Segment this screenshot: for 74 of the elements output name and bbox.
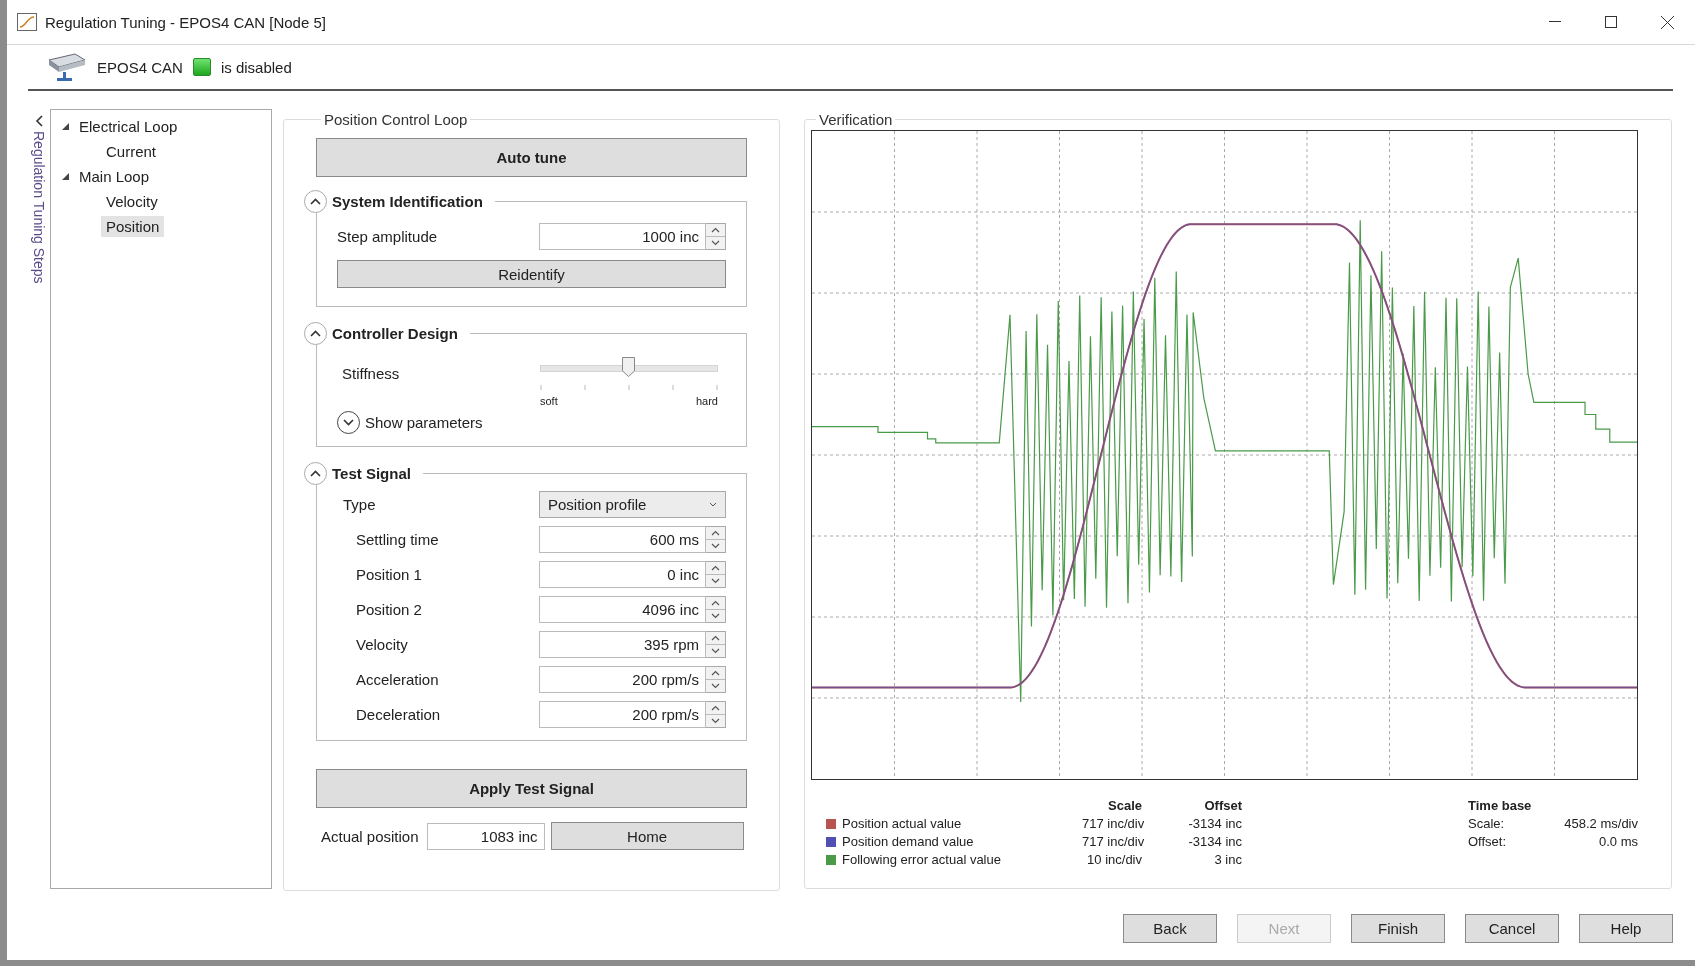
field-label: Settling time (355, 531, 440, 548)
number-field[interactable]: 200 rpm/s (539, 666, 706, 693)
series-name: Following error actual value (842, 852, 1002, 867)
tree-item[interactable]: Velocity (101, 191, 163, 212)
dropdown-caret-icon (709, 502, 717, 507)
chevron-left-icon[interactable] (35, 115, 43, 127)
wizard-button[interactable]: Back (1123, 914, 1217, 943)
column-header: Offset (1203, 798, 1242, 813)
field-label: Velocity (355, 636, 409, 653)
slider-min-label: soft (540, 395, 558, 407)
series-offset: -3134 inc (1187, 816, 1242, 831)
actual-position-field[interactable]: 1083 inc (426, 822, 545, 850)
time-base-value: 458.2 ms/div (1563, 816, 1638, 831)
type-dropdown[interactable]: Position profile (539, 491, 726, 518)
device-name: EPOS4 CAN (97, 58, 183, 76)
series-name: Position demand value (842, 834, 975, 849)
number-field[interactable]: 395 rpm (539, 631, 706, 658)
minimize-icon (1549, 21, 1561, 23)
section-title: Test Signal (332, 464, 411, 482)
wizard-button[interactable]: Help (1579, 914, 1673, 943)
close-icon (1660, 15, 1674, 29)
time-base-title: Time base (1468, 798, 1533, 813)
slider-max-label: hard (695, 395, 718, 407)
number-field[interactable]: 200 rpm/s (539, 701, 706, 728)
expanded-triangle-icon[interactable] (61, 122, 70, 131)
maximize-icon (1605, 16, 1617, 28)
field-label: Actual position (321, 827, 419, 845)
steps-rail-label[interactable]: Regulation Tuning Steps (31, 131, 47, 284)
slider-thumb[interactable] (622, 357, 635, 377)
reidentify-button[interactable]: Reidentify (337, 260, 726, 288)
series-offset: 3 inc (1213, 852, 1242, 867)
window-title: Regulation Tuning - EPOS4 CAN [Node 5] (45, 13, 327, 31)
field-label: Position 2 (355, 601, 423, 618)
wizard-button[interactable]: Finish (1351, 914, 1445, 943)
number-field[interactable]: 1000 inc (539, 223, 706, 250)
field-label: Deceleration (355, 706, 442, 723)
expanded-triangle-icon[interactable] (61, 172, 70, 181)
field-label: Acceleration (355, 671, 440, 688)
device-status: is disabled (220, 58, 292, 76)
group-title: Verification (818, 111, 894, 128)
tree-item[interactable]: Position (101, 216, 165, 237)
slider[interactable] (540, 357, 718, 379)
number-field[interactable]: 0 inc (539, 561, 706, 588)
collapse-toggle-button[interactable] (304, 461, 327, 485)
field-label: Type (343, 496, 377, 513)
expand-toggle-button[interactable] (337, 411, 360, 434)
collapse-toggle-button[interactable] (304, 189, 327, 213)
time-base-label: Offset: (1468, 834, 1508, 849)
series-scale: 717 inc/div (1082, 834, 1142, 849)
field-label: Position 1 (355, 566, 423, 583)
series-offset: -3134 inc (1187, 834, 1242, 849)
column-header: Scale (1107, 798, 1142, 813)
apply-test-signal-button[interactable]: Apply Test Signal (316, 769, 747, 808)
series-scale: 10 inc/div (1086, 852, 1142, 867)
collapse-toggle-button[interactable] (304, 321, 327, 345)
wizard-button[interactable]: Cancel (1465, 914, 1559, 943)
field-label: Step amplitude (337, 228, 439, 245)
group-title: Position Control Loop (323, 111, 469, 128)
field-label: Stiffness (342, 365, 401, 382)
time-base-label: Scale: (1468, 816, 1506, 831)
series-scale: 717 inc/div (1082, 816, 1142, 831)
auto-tune-button[interactable]: Auto tune (316, 138, 747, 177)
number-field[interactable]: 4096 inc (539, 596, 706, 623)
time-base-value: 0.0 ms (1598, 834, 1638, 849)
tree-item[interactable]: Main Loop (74, 166, 155, 187)
section-title: System Identification (332, 192, 483, 210)
tree-item[interactable]: Electrical Loop (74, 116, 183, 137)
section-title: Controller Design (332, 324, 458, 342)
home-button[interactable]: Home (550, 822, 744, 850)
tree-item[interactable]: Current (101, 141, 162, 162)
curve-chart-icon (17, 13, 37, 31)
number-field[interactable]: 600 ms (539, 526, 706, 553)
series-name: Position actual value (842, 816, 963, 831)
show-parameters-link[interactable]: Show parameters (365, 414, 483, 431)
